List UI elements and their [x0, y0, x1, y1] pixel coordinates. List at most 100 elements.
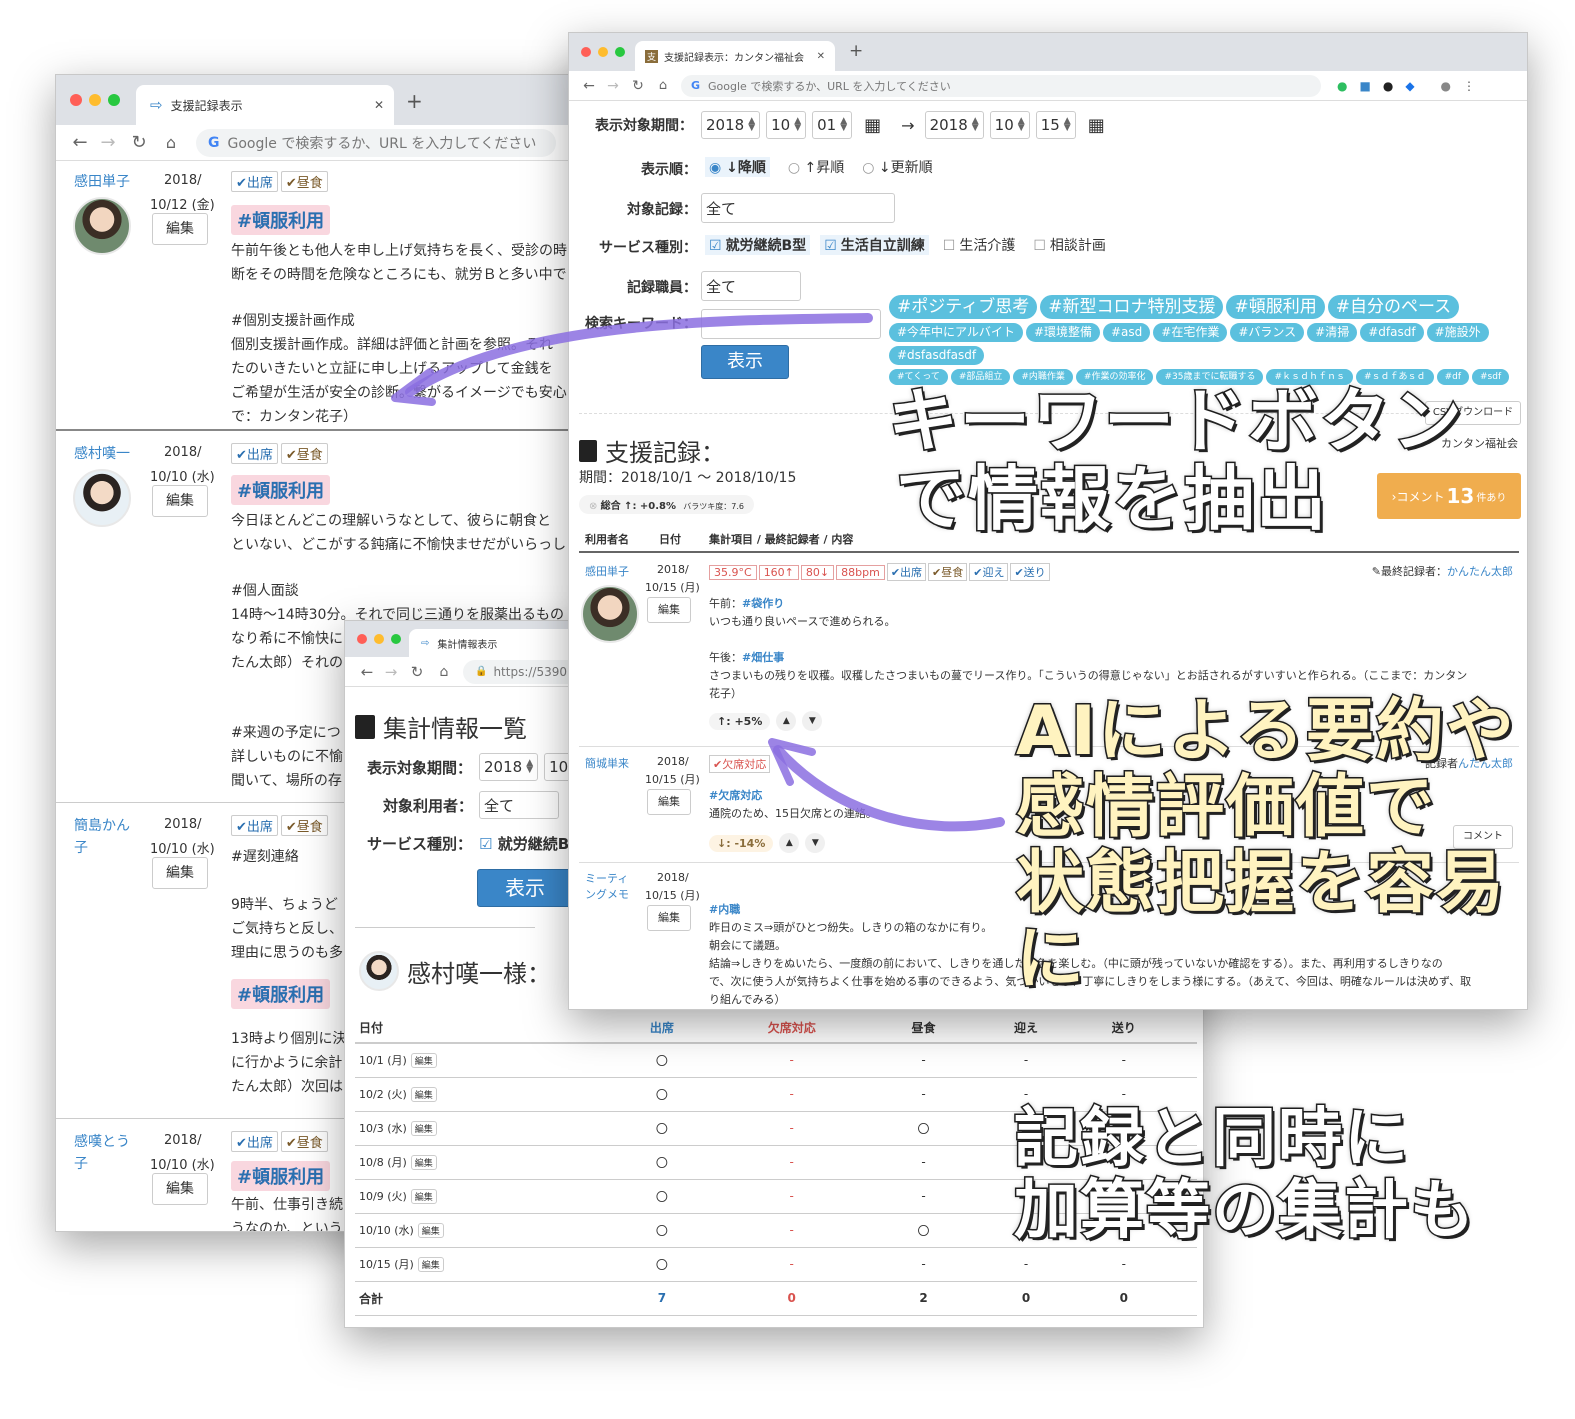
- keyword-button[interactable]: #dfasdf: [1360, 323, 1424, 342]
- user-name[interactable]: 感村嘆一: [74, 443, 130, 463]
- user-name[interactable]: 感田単子: [585, 563, 629, 579]
- to-day-select[interactable]: 15 ▲ ▼: [1035, 111, 1076, 139]
- home-icon[interactable]: ⌂: [431, 664, 457, 680]
- upvote-icon[interactable]: ▲: [779, 833, 800, 853]
- evernote-icon[interactable]: ●: [1337, 79, 1347, 93]
- show-button[interactable]: 表示: [701, 345, 789, 379]
- edit-button[interactable]: 編集: [647, 789, 691, 815]
- profile-icon[interactable]: ●: [1441, 79, 1451, 93]
- user-name[interactable]: 簡島かん子: [74, 815, 138, 859]
- edit-button[interactable]: 編集: [152, 213, 208, 245]
- target-select[interactable]: 全て: [701, 193, 895, 223]
- to-month-select[interactable]: 10 ▲ ▼: [989, 111, 1030, 139]
- back-icon[interactable]: ←: [66, 132, 94, 153]
- edit-button[interactable]: 編集: [410, 1155, 437, 1170]
- edit-button[interactable]: 編集: [417, 1257, 444, 1272]
- user-select[interactable]: 全て: [479, 791, 559, 819]
- keyword-button[interactable]: #在宅作業: [1153, 323, 1228, 342]
- back-icon[interactable]: ←: [355, 663, 379, 681]
- keyword-button[interactable]: #asd: [1103, 323, 1151, 342]
- keyword-button[interactable]: #dsfasdfasdf: [889, 346, 985, 365]
- order-desc-radio[interactable]: ◉ ↓降順: [705, 157, 770, 177]
- downvote-icon[interactable]: ▼: [802, 711, 823, 731]
- home-icon[interactable]: ⌂: [651, 78, 675, 93]
- minimize-dot[interactable]: [598, 47, 608, 57]
- tab-close-icon[interactable]: ✕: [374, 98, 384, 112]
- service-checkbox[interactable]: ☐ 生活介護: [939, 235, 1020, 255]
- tab-close-icon[interactable]: ✕: [817, 51, 825, 62]
- omnibox[interactable]: G Google で検索するか、URL を入力してください: [681, 74, 1321, 97]
- keyword-input[interactable]: [701, 309, 881, 339]
- maximize-dot[interactable]: [615, 47, 625, 57]
- minimize-dot[interactable]: [374, 634, 384, 644]
- keyword-button[interactable]: #バランス: [1230, 323, 1305, 342]
- edit-button[interactable]: 編集: [410, 1189, 437, 1204]
- to-year-select[interactable]: 2018 ▲ ▼: [924, 111, 984, 139]
- maximize-dot[interactable]: [391, 634, 401, 644]
- calendar-icon[interactable]: ▦: [864, 115, 881, 136]
- keyword-button[interactable]: #施設外: [1426, 323, 1489, 342]
- keyword-button[interactable]: #頓服利用: [1226, 295, 1325, 319]
- downvote-icon[interactable]: ▼: [805, 833, 826, 853]
- forward-icon[interactable]: →: [379, 663, 403, 681]
- edit-button[interactable]: 編集: [410, 1087, 437, 1102]
- browser-tab[interactable]: ⇨ 支援記録表示 ✕: [136, 85, 394, 125]
- edit-button[interactable]: 編集: [647, 905, 691, 931]
- forward-icon[interactable]: →: [601, 78, 625, 94]
- order-asc-radio[interactable]: ○ ↑昇順: [788, 157, 844, 177]
- close-circle-icon[interactable]: ⊗: [589, 501, 597, 512]
- reload-icon[interactable]: ↻: [403, 663, 431, 681]
- edit-button[interactable]: 編集: [410, 1121, 437, 1136]
- omnibox[interactable]: G Google で検索するか、URL を入力してください: [196, 128, 556, 157]
- from-month-select[interactable]: 10 ▲ ▼: [766, 111, 807, 139]
- keyword-button[interactable]: #今年中にアルバイト: [889, 323, 1023, 342]
- keyword-button[interactable]: #ポジティブ思考: [889, 295, 1038, 319]
- from-day-select[interactable]: 01 ▲ ▼: [812, 111, 853, 139]
- upvote-icon[interactable]: ▲: [776, 711, 797, 731]
- maximize-dot[interactable]: [108, 94, 120, 106]
- service-checkbox[interactable]: ☑ 就労継続B型: [705, 235, 811, 255]
- service-checkbox[interactable]: ☑ 就労継続B: [479, 833, 569, 854]
- menu-icon[interactable]: ⋮: [1463, 79, 1475, 93]
- user-name[interactable]: ミーティングメモ: [585, 871, 637, 903]
- edit-button[interactable]: 編集: [152, 857, 208, 889]
- close-dot[interactable]: [581, 47, 591, 57]
- tag-label[interactable]: #頓服利用: [231, 979, 331, 1009]
- edit-button[interactable]: 編集: [417, 1223, 444, 1238]
- keyword-button[interactable]: #sdf: [1472, 369, 1510, 385]
- edit-button[interactable]: 編集: [152, 485, 208, 517]
- new-tab-icon[interactable]: +: [849, 41, 863, 61]
- service-checkbox[interactable]: ☐ 相談計画: [1029, 235, 1110, 255]
- extension-icon[interactable]: ●: [1383, 79, 1393, 93]
- extension-icon[interactable]: ■: [1359, 79, 1370, 93]
- from-year-select[interactable]: 2018 ▲ ▼: [701, 111, 761, 139]
- keyword-button[interactable]: #環境整備: [1025, 323, 1100, 342]
- reload-icon[interactable]: ↻: [625, 78, 651, 94]
- user-name[interactable]: 感嘆とう子: [74, 1131, 138, 1175]
- keyword-button[interactable]: #清掃: [1307, 323, 1358, 342]
- calendar-icon[interactable]: ▦: [1088, 115, 1105, 136]
- keyword-button[interactable]: #自分のペース: [1327, 295, 1460, 319]
- home-icon[interactable]: ⌂: [156, 133, 186, 152]
- keyword-button[interactable]: #新型コロナ特別支援: [1040, 295, 1224, 319]
- close-dot[interactable]: [70, 94, 82, 106]
- new-tab-icon[interactable]: +: [406, 89, 423, 113]
- edit-button[interactable]: 編集: [152, 1173, 208, 1205]
- close-dot[interactable]: [357, 634, 367, 644]
- staff-select[interactable]: 全て: [701, 271, 801, 301]
- order-updated-radio[interactable]: ○ ↓更新順: [862, 157, 932, 177]
- back-icon[interactable]: ←: [577, 78, 601, 94]
- tag-link[interactable]: #畑仕事: [742, 651, 784, 664]
- service-checkbox[interactable]: ☑ 生活自立訓練: [820, 235, 929, 255]
- tag-label[interactable]: #頓服利用: [231, 475, 331, 505]
- tag-link[interactable]: #欠席対応: [709, 787, 877, 805]
- minimize-dot[interactable]: [89, 94, 101, 106]
- edit-button[interactable]: 編集: [647, 597, 691, 623]
- tag-label[interactable]: #頓服利用: [231, 1161, 331, 1191]
- last-recorder-name[interactable]: かんたん太郎: [1447, 565, 1513, 578]
- reload-icon[interactable]: ↻: [122, 132, 156, 153]
- show-button[interactable]: 表示: [477, 869, 573, 907]
- browser-tab[interactable]: 支 支援記録表示：カンタン福祉会 ✕: [635, 41, 835, 71]
- user-name[interactable]: 感田単子: [74, 171, 130, 191]
- tag-link[interactable]: #袋作り: [742, 597, 784, 610]
